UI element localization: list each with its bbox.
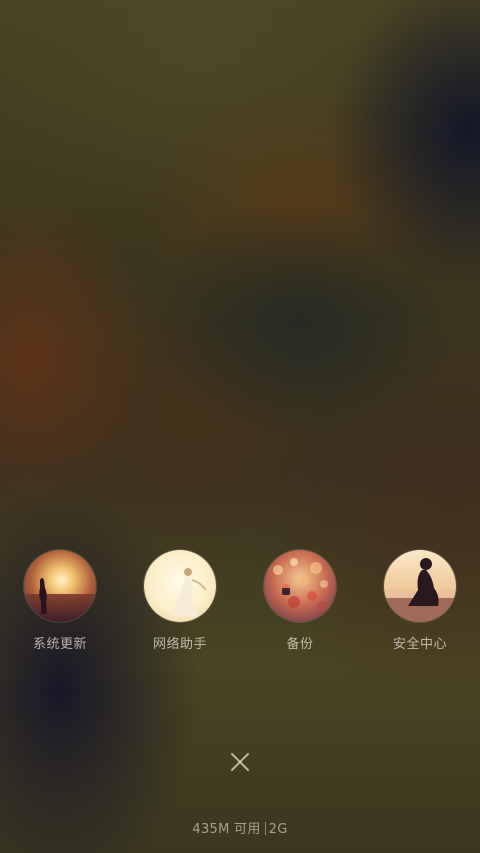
- dress-girl-photo-icon: [144, 550, 216, 622]
- shortcut-backup[interactable]: 备份: [245, 550, 355, 652]
- memory-status: 435M 可用 2G: [0, 818, 480, 837]
- recent-apps-screen: 系统更新 网络助手 备份 安全中心 435M 可用 2G: [0, 0, 480, 853]
- flower-field-photo-icon: [264, 550, 336, 622]
- network-type-text: 2G: [268, 822, 288, 837]
- shortcut-network-assistant[interactable]: 网络助手: [125, 550, 235, 652]
- shortcut-system-update[interactable]: 系统更新: [5, 550, 115, 652]
- blurred-wallpaper: [0, 0, 480, 853]
- sunset-photo-icon: [24, 550, 96, 622]
- shortcut-label: 安全中心: [392, 637, 447, 652]
- shortcut-label: 备份: [286, 637, 314, 652]
- close-icon: [231, 753, 249, 771]
- shortcut-security-center[interactable]: 安全中心: [365, 550, 475, 652]
- close-button[interactable]: [225, 747, 255, 777]
- status-divider: [264, 822, 266, 835]
- beach-sitting-photo-icon: [384, 550, 456, 622]
- memory-available-text: 435M 可用: [192, 822, 261, 837]
- shortcut-label: 网络助手: [152, 637, 207, 652]
- shortcut-label: 系统更新: [32, 637, 87, 652]
